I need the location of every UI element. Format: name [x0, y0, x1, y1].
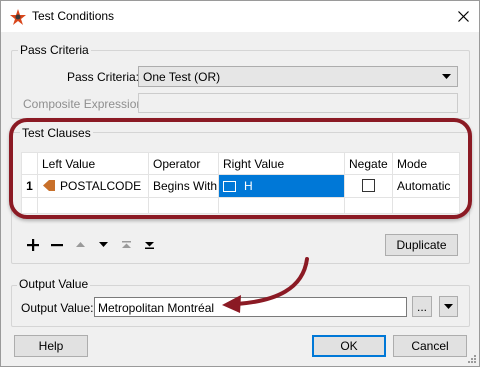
pass-criteria-select[interactable]: One Test (OR) — [138, 66, 458, 87]
negate-cell[interactable] — [344, 174, 393, 198]
output-value-input[interactable]: Metropolitan Montréal — [94, 297, 407, 317]
row-number-header — [21, 152, 38, 175]
right-value-text: H — [244, 179, 253, 193]
pass-criteria-group-label: Pass Criteria — [18, 43, 91, 57]
arrow-to-top-icon — [121, 241, 131, 248]
resize-grip-icon[interactable] — [467, 354, 477, 364]
mode-cell[interactable]: Automatic — [392, 174, 460, 198]
left-value-cell[interactable]: POSTALCODE — [37, 174, 149, 198]
move-up-button[interactable] — [72, 237, 88, 253]
ok-button[interactable]: OK — [312, 335, 386, 357]
output-value-label: Output Value: — [21, 301, 94, 315]
plus-icon — [27, 239, 39, 251]
help-button[interactable]: Help — [14, 335, 88, 357]
column-header-left-value[interactable]: Left Value — [37, 152, 149, 175]
row-number: 1 — [21, 174, 38, 198]
minus-icon — [51, 244, 63, 247]
move-to-top-button[interactable] — [118, 237, 134, 253]
composite-expression-input[interactable] — [138, 93, 458, 113]
chevron-down-icon — [442, 74, 451, 79]
column-header-mode[interactable]: Mode — [392, 152, 460, 175]
test-clauses-table: Left Value Operator Right Value Negate M… — [21, 152, 460, 214]
table-header-row: Left Value Operator Right Value Negate M… — [21, 152, 460, 175]
close-icon — [457, 11, 469, 22]
left-value-text: POSTALCODE — [60, 179, 142, 193]
attribute-icon — [43, 180, 55, 191]
value-type-icon — [223, 181, 236, 192]
arrow-down-icon — [98, 242, 108, 247]
cancel-button[interactable]: Cancel — [393, 335, 467, 357]
move-down-button[interactable] — [95, 237, 111, 253]
close-button[interactable] — [447, 1, 479, 32]
arrow-to-bottom-icon — [144, 242, 154, 249]
negate-checkbox[interactable] — [362, 179, 375, 192]
operator-cell[interactable]: Begins With — [148, 174, 219, 198]
add-row-button[interactable] — [25, 237, 41, 253]
duplicate-button[interactable]: Duplicate — [385, 234, 458, 256]
browse-button[interactable]: ... — [412, 296, 432, 317]
chevron-down-icon — [444, 303, 453, 309]
test-conditions-dialog: Test Conditions Pass Criteria Pass Crite… — [0, 0, 480, 367]
output-menu-button[interactable] — [439, 296, 458, 317]
output-value-text: Metropolitan Montréal — [98, 301, 215, 315]
window-title: Test Conditions — [32, 9, 115, 23]
pass-criteria-label: Pass Criteria: — [67, 70, 140, 84]
right-value-cell[interactable]: H — [218, 174, 345, 198]
remove-row-button[interactable] — [49, 237, 65, 253]
title-bar: Test Conditions — [1, 1, 479, 32]
output-value-group-label: Output Value — [17, 277, 91, 291]
move-to-bottom-button[interactable] — [141, 237, 157, 253]
arrow-up-icon — [75, 242, 85, 247]
test-clauses-group-label: Test Clauses — [20, 126, 93, 140]
pass-criteria-value: One Test (OR) — [143, 70, 221, 84]
column-header-negate[interactable]: Negate — [344, 152, 393, 175]
composite-expression-label: Composite Expression: — [23, 97, 147, 111]
column-header-right-value[interactable]: Right Value — [218, 152, 345, 175]
empty-table-row[interactable] — [21, 197, 460, 214]
transformer-icon — [10, 9, 26, 25]
table-row[interactable]: 1 POSTALCODE Begins With H Automatic — [21, 174, 460, 198]
column-header-operator[interactable]: Operator — [148, 152, 219, 175]
